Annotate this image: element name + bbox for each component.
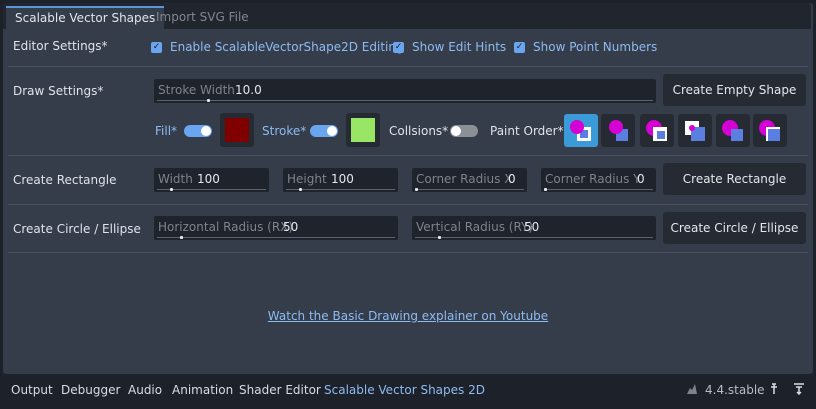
corner-radius-y-value: 0 [637,172,645,186]
version-label: 4.4.stable [705,383,765,397]
slider-knob[interactable] [299,188,302,191]
vertical-radius-value: 50 [524,220,540,234]
bottom-tab-scalable-vector-shapes-2d[interactable]: Scalable Vector Shapes 2D [324,383,485,397]
bottom-tab-audio[interactable]: Audio [128,383,162,397]
enable-editing-checkbox[interactable]: ✓ Enable ScalableVectorShape2D Editing [151,40,404,54]
bottom-tab-shader-editor[interactable]: Shader Editor [239,383,321,397]
slider-knob[interactable] [180,236,183,239]
slider-track [415,189,524,190]
slider-track [415,237,653,238]
fill-toggle[interactable] [184,125,212,137]
stroke-width-field[interactable]: Stroke Width 10.0 [154,79,656,103]
stroke-toggle[interactable] [310,125,338,137]
slider-track [157,237,395,238]
paint-order-fill-collision-stroke-button[interactable] [640,114,674,147]
paint-order-fill-stroke-collision-button[interactable] [564,114,598,147]
enable-editing-label: Enable ScalableVectorShape2D Editing [170,40,404,54]
slider-knob[interactable] [438,236,441,239]
corner-radius-y-field[interactable]: Corner Radius Y 0 [541,168,656,192]
paint-order-collision-stroke-fill-button[interactable] [753,114,787,147]
checkmark-icon: ✓ [151,41,162,53]
slider-track [157,100,653,101]
width-label: Width [158,172,193,186]
draw-settings-label: Draw Settings* [13,84,104,98]
paint-order-icon [570,120,591,141]
tab-scalable-vector-shapes[interactable]: Scalable Vector Shapes [6,6,165,29]
corner-radius-x-field[interactable]: Corner Radius X 0 [412,168,527,192]
create-rectangle-label: Create Rectangle [13,173,117,187]
bottom-panel-bar: Output Debugger Audio Animation Shader E… [0,378,816,402]
height-label: Height [287,172,327,186]
stroke-color-picker[interactable] [346,113,380,147]
slider-track [286,189,395,190]
divider [8,252,808,253]
godot-version-icon [686,383,698,398]
checkmark-icon: ✓ [514,41,525,53]
tab-bar: Scalable Vector Shapes Import SVG File [3,3,811,29]
corner-radius-x-value: 0 [508,172,516,186]
paint-order-stroke-collision-fill-button[interactable] [716,114,750,147]
slider-track [157,189,266,190]
paint-order-collision-fill-stroke-button[interactable] [678,114,712,147]
horizontal-radius-field[interactable]: Horizontal Radius (RX) 50 [154,216,398,240]
editor-settings-label: Editor Settings* [13,39,108,53]
corner-radius-x-label: Corner Radius X [416,172,513,186]
corner-radius-y-label: Corner Radius Y [545,172,641,186]
slider-knob[interactable] [415,188,418,191]
paint-order-icon [685,121,705,141]
pin-icon[interactable] [768,383,780,398]
fill-label: Fill* [155,124,178,138]
checkmark-icon: ✓ [393,41,404,53]
divider [8,204,808,205]
toggle-knob [327,126,337,136]
paint-order-icon [646,120,667,141]
youtube-explainer-link[interactable]: Watch the Basic Drawing explainer on You… [0,309,816,323]
paint-order-icon [759,120,780,141]
bottom-tab-animation[interactable]: Animation [172,383,233,397]
stroke-label: Stroke* [262,124,307,138]
slider-knob[interactable] [207,99,210,102]
tab-import-svg-file[interactable]: Import SVG File [147,6,258,29]
divider [8,66,808,67]
toggle-knob [451,126,461,136]
stroke-width-label: Stroke Width [158,83,235,97]
paint-order-label: Paint Order* [490,124,564,138]
stroke-width-value: 10.0 [235,83,262,97]
toggle-knob [201,126,211,136]
horizontal-radius-label: Horizontal Radius (RX) [158,220,294,234]
height-value: 100 [331,172,354,186]
paint-order-stroke-fill-button[interactable] [601,114,635,147]
width-value: 100 [197,172,220,186]
create-rectangle-button[interactable]: Create Rectangle [663,163,806,195]
bottom-tab-output[interactable]: Output [11,383,53,397]
show-point-numbers-label: Show Point Numbers [533,40,658,54]
expand-panel-icon[interactable] [793,383,805,398]
slider-knob[interactable] [170,188,173,191]
create-empty-shape-button[interactable]: Create Empty Shape [663,74,806,106]
collisions-label: Collsions* [389,124,449,138]
rect-width-field[interactable]: Width 100 [154,168,269,192]
show-edit-hints-checkbox[interactable]: ✓ Show Edit Hints [393,40,506,54]
horizontal-radius-value: 50 [283,220,299,234]
divider [8,155,808,156]
paint-order-icon [609,120,628,141]
fill-color-picker[interactable] [220,113,254,147]
slider-knob[interactable] [544,188,547,191]
stroke-color-swatch [351,118,375,142]
bottom-tab-debugger[interactable]: Debugger [61,383,120,397]
fill-color-swatch [225,118,249,142]
slider-track [544,189,653,190]
show-point-numbers-checkbox[interactable]: ✓ Show Point Numbers [514,40,657,54]
create-circle-label: Create Circle / Ellipse [13,222,141,236]
collisions-toggle[interactable] [450,125,478,137]
show-edit-hints-label: Show Edit Hints [412,40,507,54]
vertical-radius-label: Vertical Radius (RY) [416,220,534,234]
create-circle-button[interactable]: Create Circle / Ellipse [663,212,806,244]
paint-order-icon [722,120,743,141]
rect-height-field[interactable]: Height 100 [283,168,398,192]
vertical-radius-field[interactable]: Vertical Radius (RY) 50 [412,216,656,240]
